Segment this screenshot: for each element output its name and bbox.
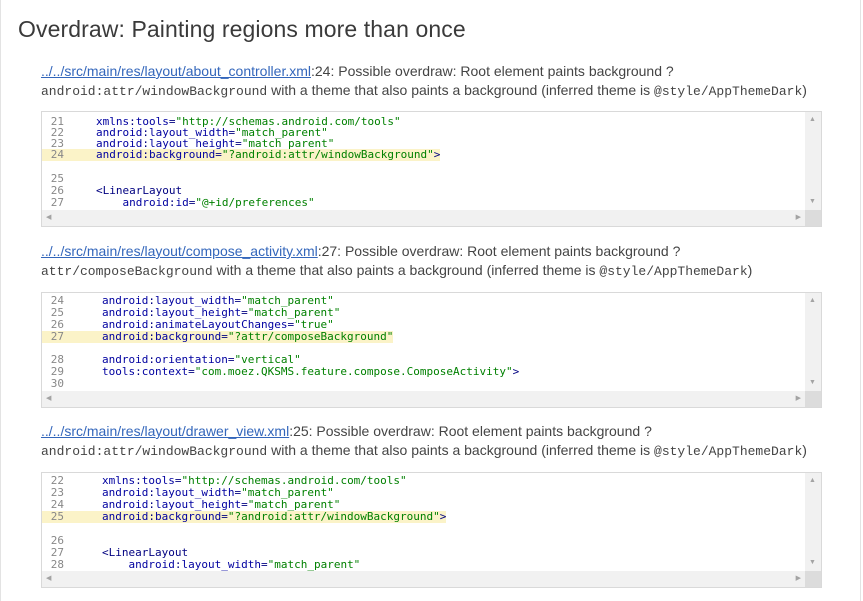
issue-1-theme: @style/AppThemeDark (654, 84, 803, 99)
vertical-scrollbar[interactable]: ▲ ▼ (805, 112, 821, 210)
horizontal-scrollbar[interactable]: ◀ ▶ (42, 391, 805, 407)
issue-1-attr: android:attr/windowBackground (41, 84, 268, 99)
horizontal-scrollbar[interactable]: ◀ ▶ (42, 571, 805, 587)
code-line: 27 android:id="@+id/preferences" (50, 196, 315, 209)
horizontal-scrollbar[interactable]: ◀ ▶ (42, 210, 805, 226)
scroll-down-icon[interactable]: ▼ (809, 559, 816, 567)
issue-3: ../../src/main/res/layout/drawer_view.xm… (41, 423, 807, 459)
scroll-left-icon[interactable]: ◀ (46, 575, 51, 583)
issue-3-file-link[interactable]: ../../src/main/res/layout/drawer_view.xm… (41, 423, 289, 439)
scroll-right-icon[interactable]: ▶ (796, 575, 801, 583)
issue-3-attr: android:attr/windowBackground (41, 444, 268, 459)
issue-2-code-snippet[interactable]: 24 android:layout_width="match_parent" 25… (41, 292, 822, 408)
issue-2: ../../src/main/res/layout/compose_activi… (41, 243, 753, 279)
scrollbar-corner (805, 210, 821, 226)
issue-3-message: :25: Possible overdraw: Root element pai… (289, 423, 645, 439)
issue-2-message: :27: Possible overdraw: Root element pai… (317, 243, 673, 259)
code-line: 30 (50, 377, 64, 390)
issue-2-attr: attr/composeBackground (41, 264, 213, 279)
scroll-up-icon[interactable]: ▲ (809, 116, 816, 124)
scroll-left-icon[interactable]: ◀ (46, 214, 51, 222)
scroll-down-icon[interactable]: ▼ (809, 379, 816, 387)
code-line: 29 tools:context="com.moez.QKSMS.feature.… (50, 365, 520, 378)
report-card: Overdraw: Painting regions more than onc… (0, 0, 861, 601)
issue-3-code-snippet[interactable]: 22 xmlns:tools="http://schemas.android.co… (41, 472, 822, 588)
scroll-left-icon[interactable]: ◀ (46, 395, 51, 403)
vertical-scrollbar[interactable]: ▲ ▼ (805, 473, 821, 571)
issue-2-file-link[interactable]: ../../src/main/res/layout/compose_activi… (41, 243, 318, 259)
code-line: 24 android:background="?android:attr/wind… (50, 148, 441, 161)
scroll-right-icon[interactable]: ▶ (796, 214, 801, 222)
issue-1-code-area: 21 xmlns:tools="http://schemas.android.co… (42, 112, 805, 210)
code-line: 27 android:background="?attr/composeBackg… (50, 330, 394, 343)
scrollbar-corner (805, 391, 821, 407)
issue-1-message: :24: Possible overdraw: Root element pai… (311, 63, 666, 79)
page-title: Overdraw: Painting regions more than onc… (18, 16, 466, 42)
scrollbar-corner (805, 571, 821, 587)
code-line: 28 android:layout_width="match_parent" (50, 558, 361, 571)
issue-3-theme: @style/AppThemeDark (654, 444, 803, 459)
issue-1: ../../src/main/res/layout/about_controll… (41, 62, 821, 101)
scroll-down-icon[interactable]: ▼ (809, 198, 816, 206)
issue-1-file-link[interactable]: ../../src/main/res/layout/about_controll… (41, 63, 311, 79)
issue-1-code-snippet[interactable]: 21 xmlns:tools="http://schemas.android.co… (41, 111, 822, 227)
vertical-scrollbar[interactable]: ▲ ▼ (805, 293, 821, 391)
scroll-right-icon[interactable]: ▶ (796, 395, 801, 403)
issue-3-code-area: 22 xmlns:tools="http://schemas.android.co… (42, 473, 805, 571)
issue-2-code-area: 24 android:layout_width="match_parent" 25… (42, 293, 805, 391)
code-line: 25 android:background="?android:attr/wind… (50, 510, 447, 523)
issue-2-theme: @style/AppThemeDark (599, 264, 748, 279)
issue-1-line: ../../src/main/res/layout/about_controll… (41, 63, 674, 79)
scroll-up-icon[interactable]: ▲ (809, 477, 816, 485)
scroll-up-icon[interactable]: ▲ (809, 297, 816, 305)
